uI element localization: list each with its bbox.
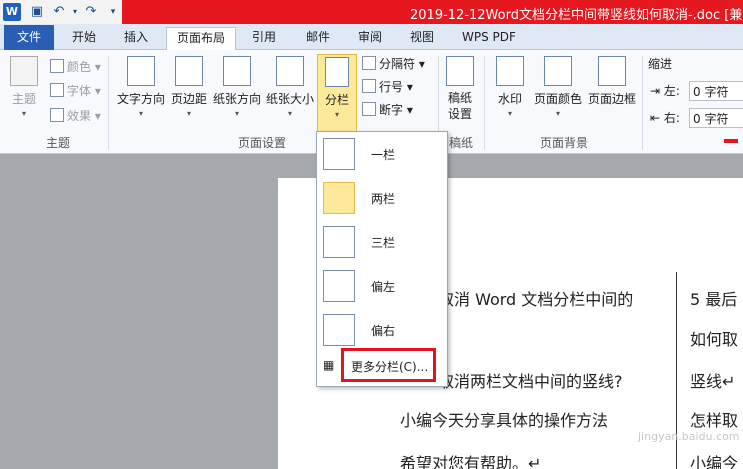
colors-icon bbox=[50, 59, 64, 73]
columns-option-three[interactable]: 三栏 bbox=[319, 222, 445, 262]
text-direction-button[interactable]: 文字方向 ▾ bbox=[114, 54, 168, 130]
columns-button[interactable]: 分栏 ▾ bbox=[317, 54, 357, 132]
tab-page-layout[interactable]: 页面布局 bbox=[166, 27, 237, 50]
window-title: 2019-12-12Word文档分栏中间带竖线如何取消-.doc [兼容模 bbox=[410, 8, 743, 23]
left-column-icon bbox=[323, 270, 355, 302]
paragraph-dialog-launcher[interactable] bbox=[724, 139, 738, 143]
page-borders-button[interactable]: 页面边框 bbox=[586, 54, 638, 130]
draft-paper-icon bbox=[446, 56, 474, 86]
chevron-down-icon: ▾ bbox=[186, 109, 191, 118]
text-direction-icon bbox=[127, 56, 155, 86]
indent-right-input[interactable]: 0 字符 bbox=[689, 108, 743, 128]
columns-option-one[interactable]: 一栏 bbox=[319, 134, 445, 174]
indent-label: 缩进 bbox=[648, 57, 673, 71]
columns-icon bbox=[325, 57, 349, 87]
indent-right-icon: ⇤ bbox=[650, 111, 661, 125]
theme-button[interactable]: 主题 ▾ bbox=[6, 54, 42, 130]
chevron-down-icon: ▾ bbox=[138, 109, 143, 118]
chevron-down-icon: ▾ bbox=[234, 109, 239, 118]
three-columns-icon bbox=[323, 226, 355, 258]
right-col-line-5: 小编今 bbox=[690, 454, 739, 469]
word-logo-icon: W bbox=[3, 3, 21, 21]
indent-left-icon: ⇥ bbox=[650, 84, 661, 98]
margins-button[interactable]: 页边距 ▾ bbox=[168, 54, 210, 130]
page-borders-icon bbox=[598, 56, 626, 86]
left-col-line-4: 希望对您有帮助。↵ bbox=[400, 454, 542, 469]
more-columns-icon: ▦ bbox=[323, 358, 335, 372]
chevron-down-icon: ▾ bbox=[334, 110, 339, 119]
title-bar: W ▣ ↶ ▾ ↷ ▾ 2019-12-12Word文档分栏中间带竖线如何取消-… bbox=[0, 0, 743, 24]
tab-view[interactable]: 视图 bbox=[400, 27, 444, 50]
watermark: jingyan.baidu.com bbox=[638, 430, 740, 443]
breaks-button[interactable]: 分隔符 ▾ bbox=[362, 54, 425, 74]
left-col-line-1: 取消 Word 文档分栏中间的 bbox=[438, 290, 634, 309]
group-separator bbox=[642, 56, 643, 150]
indent-left-row: ⇥ 左: bbox=[650, 84, 680, 98]
group-label-page-background: 页面背景 bbox=[539, 136, 588, 150]
effects-icon bbox=[50, 108, 64, 122]
save-icon[interactable]: ▣ bbox=[28, 3, 46, 21]
indent-right-row: ⇤ 右: bbox=[650, 111, 680, 125]
theme-fonts-button[interactable]: 字体 ▾ bbox=[50, 81, 101, 101]
draft-paper-button[interactable]: 稿纸 设置 bbox=[442, 54, 478, 130]
theme-colors-button[interactable]: 颜色 ▾ bbox=[50, 57, 101, 77]
hyphenation-icon bbox=[362, 102, 376, 116]
columns-option-right[interactable]: 偏右 bbox=[319, 310, 445, 350]
two-columns-icon bbox=[323, 182, 355, 214]
right-col-line-3: 竖线↵ bbox=[690, 372, 736, 391]
group-label-draft: 稿纸 bbox=[448, 136, 473, 150]
tab-mailings[interactable]: 邮件 bbox=[296, 27, 340, 50]
watermark-button[interactable]: 水印 ▾ bbox=[492, 54, 528, 130]
line-numbers-icon bbox=[362, 79, 376, 93]
highlight-box bbox=[341, 348, 436, 382]
one-column-icon bbox=[323, 138, 355, 170]
orientation-button[interactable]: 纸张方向 ▾ bbox=[210, 54, 264, 130]
chevron-down-icon: ▾ bbox=[507, 109, 512, 118]
tab-review[interactable]: 审阅 bbox=[348, 27, 392, 50]
right-col-line-2: 如何取 bbox=[690, 330, 739, 349]
watermark-icon bbox=[496, 56, 524, 86]
line-numbers-button[interactable]: 行号 ▾ bbox=[362, 77, 413, 97]
indent-left-input[interactable]: 0 字符 bbox=[689, 81, 743, 101]
tab-wps-pdf[interactable]: WPS PDF bbox=[452, 27, 526, 50]
group-label-page-setup: 页面设置 bbox=[237, 136, 286, 150]
page-color-icon bbox=[544, 56, 572, 86]
hyphenation-button[interactable]: 断字 ▾ bbox=[362, 100, 413, 120]
customize-quick-access-icon[interactable]: ▾ bbox=[104, 3, 122, 21]
right-col-line-4: 怎样取 bbox=[690, 411, 739, 430]
tab-references[interactable]: 引用 bbox=[242, 27, 286, 50]
tab-insert[interactable]: 插入 bbox=[114, 27, 158, 50]
orientation-icon bbox=[223, 56, 251, 86]
page-size-button[interactable]: 纸张大小 ▾ bbox=[264, 54, 316, 130]
breaks-icon bbox=[362, 56, 376, 70]
chevron-down-icon: ▾ bbox=[21, 109, 26, 118]
redo-icon[interactable]: ↷ bbox=[82, 3, 100, 21]
ribbon-tabs: 文件 开始 插入 页面布局 引用 邮件 审阅 视图 WPS PDF bbox=[0, 24, 743, 50]
group-label-theme: 主题 bbox=[45, 136, 70, 150]
columns-option-two[interactable]: 两栏 bbox=[319, 178, 445, 218]
theme-effects-button[interactable]: 效果 ▾ bbox=[50, 106, 101, 126]
right-col-line-1: 5 最后 bbox=[690, 290, 738, 309]
margins-icon bbox=[175, 56, 203, 86]
tab-file[interactable]: 文件 bbox=[4, 25, 55, 50]
page-size-icon bbox=[276, 56, 304, 86]
left-col-line-2: 取消两栏文档中间的竖线? bbox=[438, 372, 623, 391]
tab-home[interactable]: 开始 bbox=[62, 27, 106, 50]
chevron-down-icon: ▾ bbox=[555, 109, 560, 118]
theme-icon bbox=[10, 56, 38, 86]
group-separator bbox=[108, 56, 109, 150]
columns-option-left[interactable]: 偏左 bbox=[319, 266, 445, 306]
fonts-icon bbox=[50, 83, 64, 97]
right-column-icon bbox=[323, 314, 355, 346]
page-color-button[interactable]: 页面颜色 ▾ bbox=[532, 54, 584, 130]
group-separator bbox=[484, 56, 485, 150]
left-col-line-3: 小编今天分享具体的操作方法 bbox=[400, 411, 609, 430]
chevron-down-icon: ▾ bbox=[287, 109, 292, 118]
